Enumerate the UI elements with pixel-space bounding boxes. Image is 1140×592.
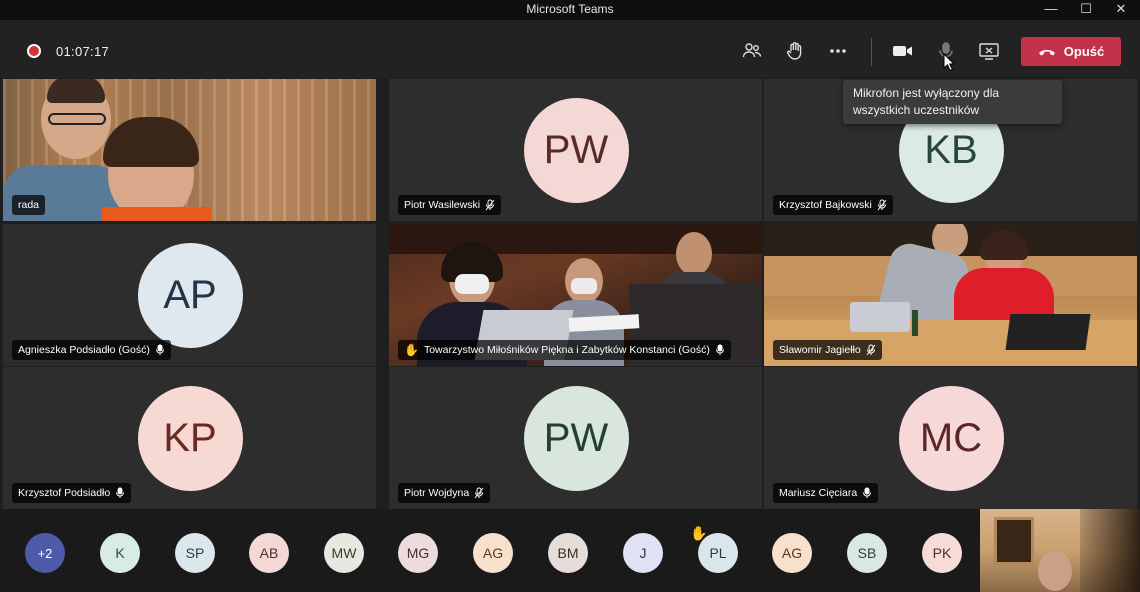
participant-shirt-2 xyxy=(101,207,211,221)
participant-avatar[interactable]: SP xyxy=(175,533,215,573)
glasses-icon xyxy=(48,113,106,125)
avatar-initials: KP xyxy=(163,416,217,460)
participants-button[interactable] xyxy=(740,39,764,63)
tooltip-line-1: Mikrofon jest wyłączony dla xyxy=(853,86,1000,100)
video-tile-krzysztof-podsiadlo[interactable]: KP Krzysztof Podsiadło xyxy=(3,367,376,509)
meeting-timer: 01:07:17 xyxy=(56,44,110,59)
microphone-icon xyxy=(715,344,724,355)
overflow-participants-button[interactable]: +2 xyxy=(25,533,65,573)
raise-hand-button[interactable] xyxy=(783,39,807,63)
name-tag: Mariusz Cięciara xyxy=(773,483,879,503)
tooltip-line-2: wszystkich uczestników xyxy=(853,103,980,117)
participant-name: Sławomir Jagiełło xyxy=(779,344,861,356)
video-tile-mariusz-cieciara[interactable]: MC Mariusz Cięciara xyxy=(764,367,1137,509)
laptop-1 xyxy=(850,302,910,332)
self-view-video[interactable] xyxy=(980,509,1140,592)
hand-icon xyxy=(787,42,802,60)
raised-hand-icon: ✋ xyxy=(690,525,708,541)
name-tag: Piotr Wasilewski xyxy=(398,195,502,215)
camera-icon xyxy=(893,46,912,56)
microphone-icon xyxy=(155,344,164,355)
meeting-toolbar: 01:07:17 Opuść xyxy=(0,20,1140,78)
window-title: Microsoft Teams xyxy=(526,2,614,16)
more-icon xyxy=(830,49,846,53)
microphone-tooltip: Mikrofon jest wyłączony dla wszystkich u… xyxy=(843,80,1062,124)
window-title-bar: Microsoft Teams — ☐ ✕ xyxy=(0,0,1140,20)
maximize-button[interactable]: ☐ xyxy=(1068,0,1104,20)
participant-face-3 xyxy=(676,232,712,276)
participant-avatar[interactable]: AG xyxy=(772,533,812,573)
participant-name: Mariusz Cięciara xyxy=(779,487,858,499)
participant-avatar[interactable]: BM xyxy=(548,533,588,573)
participant-name: rada xyxy=(18,199,40,211)
camera-button[interactable] xyxy=(891,39,915,63)
microphone-muted-icon xyxy=(474,487,484,499)
avatar: KP xyxy=(137,386,243,491)
participant-name: Agnieszka Podsiadło (Gość) xyxy=(18,344,150,356)
recording-icon xyxy=(27,44,41,58)
more-actions-button[interactable] xyxy=(826,39,850,63)
name-tag: Sławomir Jagiełło xyxy=(773,340,882,360)
wall-picture xyxy=(994,517,1034,565)
video-tile-towarzystwo[interactable]: ✋ Towarzystwo Miłośników Piękna i Zabytk… xyxy=(389,224,762,366)
bottle xyxy=(912,310,918,336)
microphone-icon xyxy=(863,487,872,498)
name-tag: Agnieszka Podsiadło (Gość) xyxy=(12,340,171,360)
microphone-muted-icon xyxy=(485,199,495,211)
microphone-muted-icon xyxy=(877,199,887,211)
participant-avatar[interactable]: SB xyxy=(847,533,887,573)
participant-avatar[interactable]: AG xyxy=(473,533,513,573)
participant-name: Krzysztof Bajkowski xyxy=(779,199,872,211)
participant-name: Piotr Wojdyna xyxy=(404,487,470,499)
video-tile-piotr-wojdyna[interactable]: PW Piotr Wojdyna xyxy=(389,367,762,509)
phone-hangup-icon xyxy=(1038,49,1055,55)
face-mask-2 xyxy=(571,278,597,294)
name-tag: Krzysztof Bajkowski xyxy=(773,195,893,215)
microphone-icon xyxy=(116,487,125,498)
name-tag: Krzysztof Podsiadło xyxy=(12,483,132,503)
avatar-initials: MC xyxy=(919,416,983,460)
participants-icon xyxy=(742,43,762,58)
video-tile-agnieszka-podsiadlo[interactable]: AP Agnieszka Podsiadło (Gość) xyxy=(3,224,376,366)
video-tile-piotr-wasilewski[interactable]: PW Piotr Wasilewski xyxy=(389,79,762,221)
name-tag: ✋ Towarzystwo Miłośników Piękna i Zabytk… xyxy=(398,340,731,360)
close-window-button[interactable]: ✕ xyxy=(1103,0,1139,20)
participant-name: Krzysztof Podsiadło xyxy=(18,487,111,499)
name-tag: Piotr Wojdyna xyxy=(398,483,491,503)
participant-avatar[interactable]: PK xyxy=(922,533,962,573)
participant-avatar[interactable]: MG xyxy=(398,533,438,573)
avatar: PW xyxy=(523,386,629,491)
avatar: PW xyxy=(523,98,629,203)
avatar: MC xyxy=(898,386,1004,491)
avatar-initials: PW xyxy=(543,416,609,460)
avatar-initials: AP xyxy=(163,273,217,317)
participant-face xyxy=(1038,551,1072,591)
self-view-shadow xyxy=(1080,509,1140,592)
toolbar-divider xyxy=(871,38,872,66)
video-tile-rada[interactable]: rada xyxy=(3,79,376,221)
leave-button[interactable]: Opuść xyxy=(1021,37,1121,66)
participant-strip: +2 K SP AB MW MG AG BM J PL ✋ AG SB PK xyxy=(0,509,1140,592)
leave-label: Opuść xyxy=(1063,44,1105,59)
avatar: AP xyxy=(137,243,243,348)
name-tag: rada xyxy=(12,195,46,215)
participant-avatar[interactable]: K xyxy=(100,533,140,573)
share-tray-icon xyxy=(979,43,999,60)
face-mask-1 xyxy=(455,274,489,294)
share-screen-button[interactable] xyxy=(977,39,1001,63)
participant-avatar[interactable]: MW xyxy=(324,533,364,573)
participant-avatar[interactable]: AB xyxy=(249,533,289,573)
minimize-button[interactable]: — xyxy=(1033,0,1069,20)
avatar-initials: PW xyxy=(543,128,609,172)
avatar-initials: KB xyxy=(924,128,978,172)
laptop-2 xyxy=(1005,314,1091,350)
participant-avatar[interactable]: J xyxy=(623,533,663,573)
microphone-muted-icon xyxy=(866,344,876,356)
participant-name: Piotr Wasilewski xyxy=(404,199,481,211)
mouse-cursor-icon xyxy=(943,53,956,72)
video-tile-slawomir-jagiello[interactable]: Sławomir Jagiełło xyxy=(764,224,1137,366)
participant-hair-1 xyxy=(47,79,105,103)
raised-hand-icon: ✋ xyxy=(404,343,419,357)
participant-name: Towarzystwo Miłośników Piękna i Zabytków… xyxy=(423,344,710,356)
